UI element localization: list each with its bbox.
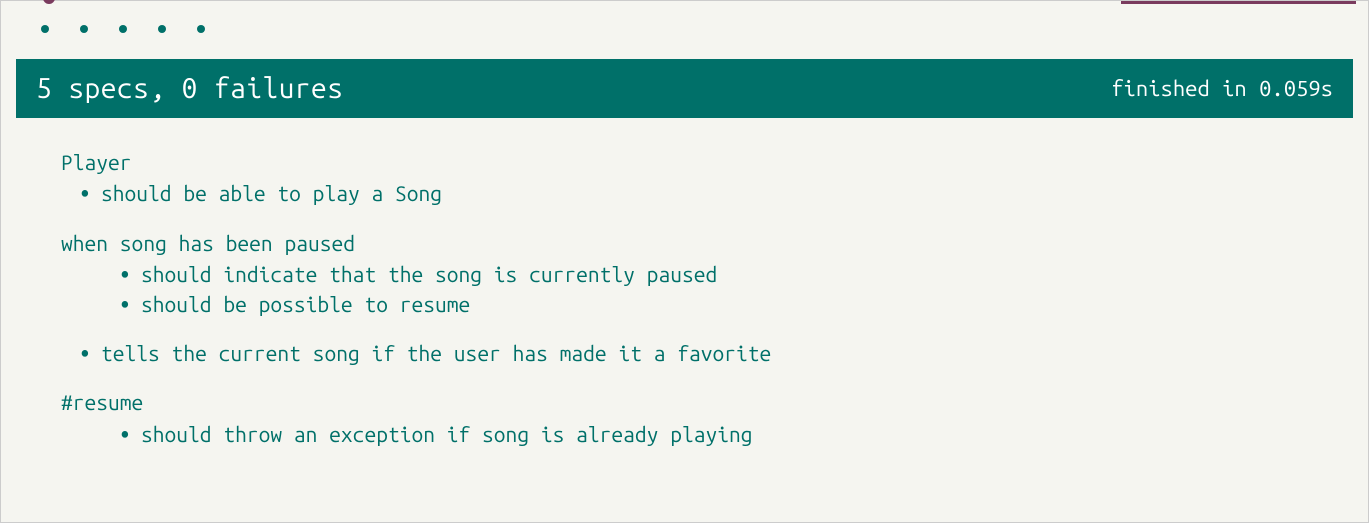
spec-dot xyxy=(80,25,88,33)
summary-text[interactable]: 5 specs, 0 failures xyxy=(36,73,343,104)
summary-bar: 5 specs, 0 failures finished in 0.059s xyxy=(16,59,1353,118)
spec-item[interactable]: should indicate that the song is current… xyxy=(61,260,1353,289)
suite-title[interactable]: Player xyxy=(61,148,1353,177)
finished-text: finished in 0.059s xyxy=(1111,76,1333,101)
spec-dot xyxy=(119,25,127,33)
sub-suite-title[interactable]: #resume xyxy=(61,388,1353,417)
sub-suite: #resume should throw an exception if son… xyxy=(61,388,1353,449)
suite: Player should be able to play a Song whe… xyxy=(61,148,1353,449)
spec-item[interactable]: should be able to play a Song xyxy=(61,179,1353,208)
spec-progress-dots xyxy=(1,1,1368,59)
spec-dot xyxy=(197,25,205,33)
results-tree: Player should be able to play a Song whe… xyxy=(1,118,1368,464)
spec-item[interactable]: should be possible to resume xyxy=(61,290,1353,319)
spec-dot xyxy=(41,25,49,33)
spec-item[interactable]: tells the current song if the user has m… xyxy=(61,339,1353,368)
sub-suite: when song has been paused should indicat… xyxy=(61,229,1353,319)
spec-item[interactable]: should throw an exception if song is alr… xyxy=(61,420,1353,449)
decorative-border xyxy=(1121,1,1356,4)
spec-dot xyxy=(158,25,166,33)
sub-suite-title[interactable]: when song has been paused xyxy=(61,229,1353,258)
